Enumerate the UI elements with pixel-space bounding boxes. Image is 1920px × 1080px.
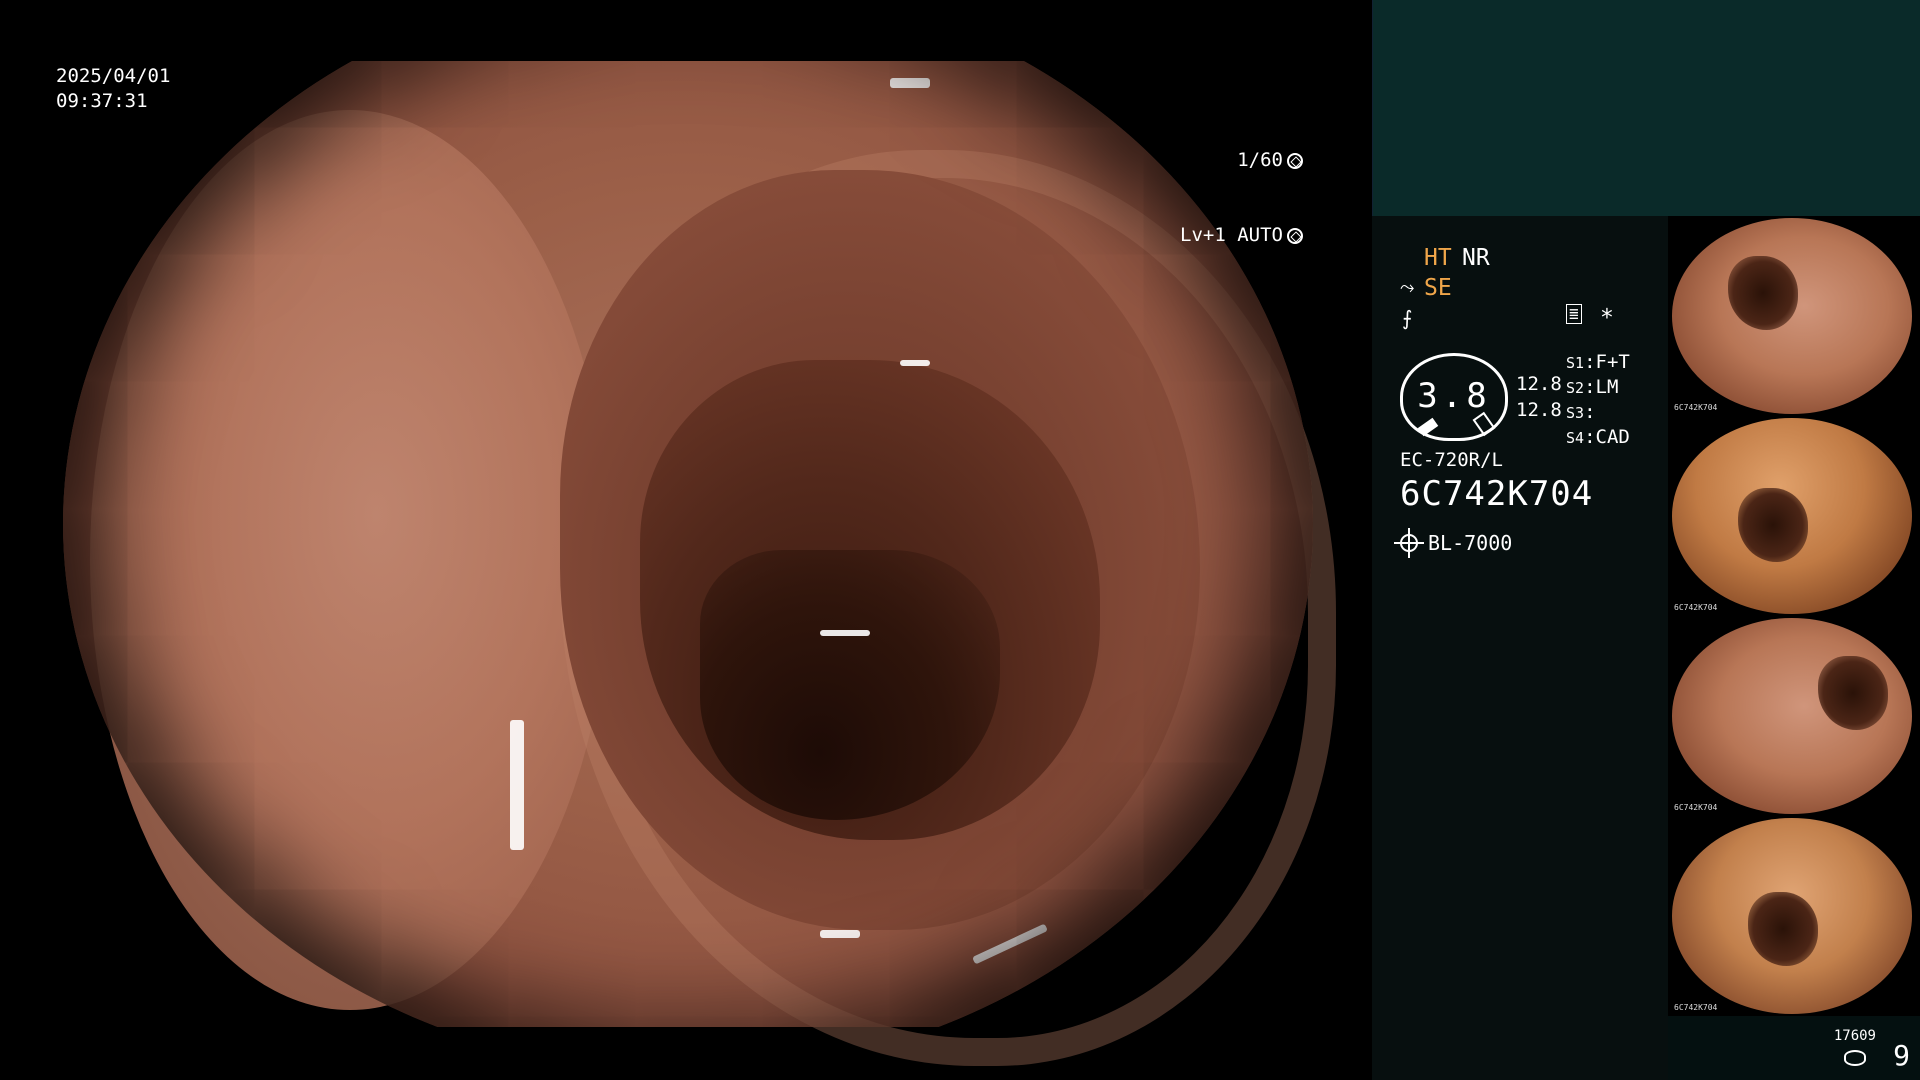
level-1: 12.8 [1516, 373, 1562, 395]
light-source: BL-7000 [1394, 528, 1513, 558]
switch-s4: S4:CAD [1566, 426, 1630, 448]
thumbnail[interactable]: 6C742K704 [1668, 216, 1920, 416]
light-source-text: BL-7000 [1428, 531, 1513, 555]
storage-icon [1844, 1050, 1866, 1066]
gauge-marker-left [1417, 417, 1439, 437]
thumbnail[interactable]: 6C742K704 [1668, 616, 1920, 816]
switch-s2: S2:LM [1566, 376, 1619, 398]
scope-serial: 6C742K704 [1400, 474, 1594, 514]
level-2: 12.8 [1516, 399, 1562, 421]
thumbnail-caption: 6C742K704 [1674, 403, 1718, 412]
thumbnail-caption: 6C742K704 [1674, 603, 1718, 612]
filter-icon: ⨍ [1402, 306, 1413, 330]
thumbnail-strip: 6C742K704 6C742K704 6C742K704 6C742K704 [1668, 216, 1920, 1016]
scope-vignette [63, 61, 1313, 1027]
shutter-row: 1/60 [1180, 148, 1303, 173]
info-panel: HT NR ⤳ SE ⨍ ≣ * 3.8 12.8 12.8 S1:F+T S2… [1372, 0, 1920, 1080]
gauge: 3.8 [1400, 353, 1508, 441]
iris-icon [1286, 227, 1303, 244]
gauge-value: 3.8 [1417, 376, 1491, 416]
settings-panel: HT NR ⤳ SE ⨍ ≣ * 3.8 12.8 12.8 S1:F+T S2… [1372, 216, 1668, 1080]
exposure-row: Lv+1 AUTO [1180, 223, 1303, 248]
thumbnail-caption: 6C742K704 [1674, 803, 1718, 812]
endoscope-view: 2025/04/01 09:37:31 1/60 Lv+1 AUTO [0, 0, 1372, 1080]
exposure-readout: 1/60 Lv+1 AUTO [1180, 98, 1303, 298]
thumbnail-caption: 6C742K704 [1674, 1003, 1718, 1012]
enhance-icon: ⤳ [1400, 277, 1415, 298]
menu-icon: ≣ [1566, 304, 1582, 324]
datetime-readout: 2025/04/01 09:37:31 [56, 64, 170, 114]
aperture-icon [1286, 152, 1303, 169]
se-indicator: SE [1424, 275, 1452, 301]
light-icon [1394, 528, 1424, 558]
switch-s3: S3: [1566, 401, 1596, 423]
asterisk-indicator: * [1600, 305, 1614, 331]
nr-indicator: NR [1462, 245, 1490, 271]
image-count: 9 [1893, 1039, 1910, 1072]
exposure-text: Lv+1 AUTO [1180, 224, 1283, 246]
thumbnail[interactable]: 6C742K704 [1668, 816, 1920, 1016]
ht-indicator: HT [1424, 245, 1452, 271]
time-text: 09:37:31 [56, 90, 148, 112]
shutter-text: 1/60 [1237, 149, 1283, 171]
scope-model: EC-720R/L [1400, 449, 1503, 471]
storage-count: 17609 [1833, 1028, 1876, 1044]
date-text: 2025/04/01 [56, 65, 171, 87]
panel-header-area [1372, 0, 1920, 216]
thumbnail[interactable]: 6C742K704 [1668, 416, 1920, 616]
switch-s1: S1:F+T [1566, 351, 1630, 373]
